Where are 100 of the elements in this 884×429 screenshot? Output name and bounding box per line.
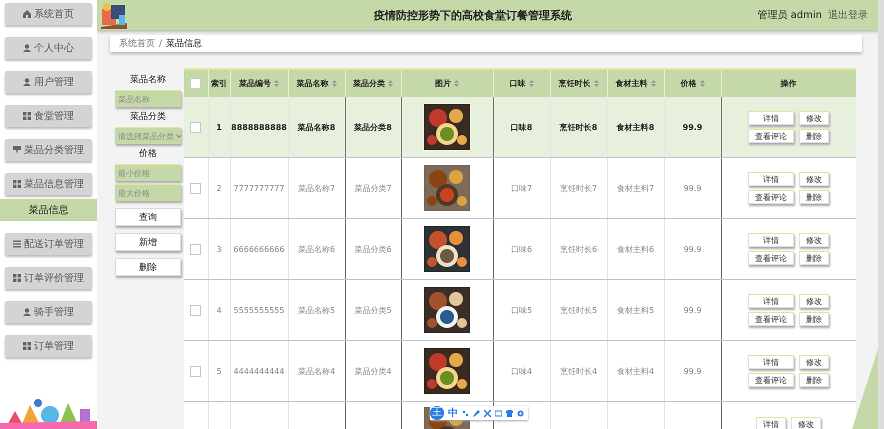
sort-icon	[388, 80, 393, 88]
row-checkbox[interactable]	[190, 244, 202, 254]
row-checkbox[interactable]	[190, 182, 202, 194]
sidebar-subitem[interactable]: 菜品信息	[0, 199, 97, 221]
action-button[interactable]: 修改	[799, 355, 829, 369]
sort-icon	[332, 80, 336, 88]
sidebar-item[interactable]: 订单管理	[5, 335, 92, 357]
table-cell: 菜品分类7	[354, 184, 392, 192]
action-button[interactable]: 详情	[756, 417, 786, 429]
sidebar-item[interactable]: 骑手管理	[5, 301, 92, 323]
table-cell: 烹饪时长8	[560, 122, 598, 132]
table-cell: 99.9	[684, 306, 702, 314]
action-button[interactable]: 查看评论	[748, 129, 794, 143]
table-cell: 菜品名称4	[298, 366, 336, 376]
action-button[interactable]: 修改	[799, 111, 829, 125]
row-checkbox[interactable]	[190, 366, 202, 376]
column-header[interactable]: 操作	[780, 79, 796, 88]
sidebar-item[interactable]: 食堂管理	[5, 105, 92, 127]
table-cell: 食材主料7	[616, 184, 654, 192]
action-button[interactable]: 详情	[748, 355, 794, 369]
action-button[interactable]: 查看评论	[748, 312, 794, 326]
home-icon	[23, 10, 31, 18]
table-cell: 99.9	[684, 244, 702, 254]
caret-icon	[176, 133, 181, 139]
table-cell: 烹饪时长4	[560, 366, 598, 376]
breadcrumb-link[interactable]: 系统首页	[119, 37, 155, 50]
table-cell: 菜品分类4	[354, 366, 392, 376]
action-button[interactable]: 删除	[799, 312, 829, 326]
table-cell: 6666666666	[234, 244, 284, 254]
action-button[interactable]: 查看评论	[748, 251, 794, 265]
table-cell: 菜品名称7	[298, 184, 336, 192]
table-cell: 菜品名称6	[298, 244, 336, 254]
grid-icon	[13, 180, 21, 188]
action-button[interactable]: 删除	[799, 190, 829, 204]
table-cell: 烹饪时长6	[560, 244, 598, 254]
action-button[interactable]: 详情	[748, 233, 794, 247]
pin-icon	[13, 146, 21, 154]
table-cell: 3	[216, 244, 222, 254]
action-button[interactable]: 删除	[799, 251, 829, 265]
ime-badge[interactable]: 王	[430, 406, 444, 420]
action-button[interactable]: 查看评论	[748, 373, 794, 387]
table-cell: 食材主料6	[616, 244, 654, 254]
table-cell: 2	[216, 184, 222, 192]
filter-button[interactable]: 新增	[115, 233, 181, 251]
settings-icon[interactable]	[517, 410, 524, 416]
action-button[interactable]: 修改	[791, 417, 821, 429]
table-cell: 口味4	[510, 366, 532, 376]
table-cell: 烹饪时长7	[560, 184, 598, 192]
table-cell: 99.9	[682, 122, 702, 132]
table-cell: 4	[216, 306, 222, 314]
table-cell: 8888888888	[231, 122, 287, 132]
filter-button[interactable]: 删除	[115, 258, 181, 276]
table-cell: 菜品分类8	[354, 122, 392, 132]
sidebar-item[interactable]: 菜品分类管理	[5, 139, 92, 161]
sidebar-item[interactable]: 菜品信息管理	[5, 173, 92, 195]
sidebar-item[interactable]: 系统首页	[5, 3, 92, 25]
sidebar-item[interactable]: 个人中心	[5, 37, 92, 59]
table-cell: 7777777777	[234, 184, 284, 192]
action-button[interactable]: 详情	[748, 294, 794, 308]
window-title: 疫情防控形势下的高校食堂订餐管理系统	[372, 8, 574, 22]
column-header[interactable]: 图片	[435, 79, 459, 88]
action-button[interactable]: 删除	[799, 373, 829, 387]
table-cell: 烹饪时长5	[560, 306, 598, 314]
action-button[interactable]: 详情	[748, 111, 794, 125]
filter-button[interactable]: 查询	[115, 208, 181, 226]
row-checkbox[interactable]	[190, 304, 202, 316]
row-checkbox[interactable]	[190, 122, 202, 132]
table-cell: 5555555555	[234, 306, 284, 314]
scissors-icon[interactable]	[484, 410, 491, 416]
pen-icon[interactable]	[473, 410, 480, 416]
user-label: 管理员 admin	[757, 9, 822, 22]
table-cell: 食材主料4	[616, 366, 654, 376]
select-all-checkbox[interactable]	[190, 78, 202, 89]
action-button[interactable]: 修改	[799, 294, 829, 308]
ime-mode-toggle[interactable]: 中	[448, 406, 458, 420]
sort-icon	[274, 80, 279, 88]
shirt-icon[interactable]	[506, 410, 513, 416]
action-button[interactable]: 删除	[799, 129, 829, 143]
action-button[interactable]: 详情	[748, 172, 794, 186]
sort-icon	[454, 80, 459, 88]
action-button[interactable]: 查看评论	[748, 190, 794, 204]
filter-label: 价格	[138, 148, 158, 161]
user-icon	[23, 78, 31, 86]
grid-icon	[23, 342, 31, 350]
sort-icon	[528, 80, 534, 88]
table-cell: 口味6	[510, 244, 532, 254]
sidebar-item[interactable]: 订单评价管理	[5, 267, 92, 289]
sort-icon	[650, 80, 656, 88]
logout-link[interactable]: 退出登录	[828, 8, 868, 22]
table-cell: 菜品分类5	[354, 306, 392, 314]
action-button[interactable]: 修改	[799, 233, 829, 247]
column-header[interactable]: 价格	[680, 79, 704, 88]
sidebar-item[interactable]: 配送订单管理	[5, 233, 92, 255]
sidebar-item[interactable]: 用户管理	[5, 71, 92, 93]
sort-icon	[700, 80, 704, 88]
keyboard-icon[interactable]	[495, 410, 502, 416]
action-button[interactable]: 修改	[799, 172, 829, 186]
filter-label: 菜品分类	[129, 110, 167, 124]
punctuation-icon[interactable]	[462, 410, 469, 416]
column-header[interactable]: 口味	[510, 79, 534, 88]
